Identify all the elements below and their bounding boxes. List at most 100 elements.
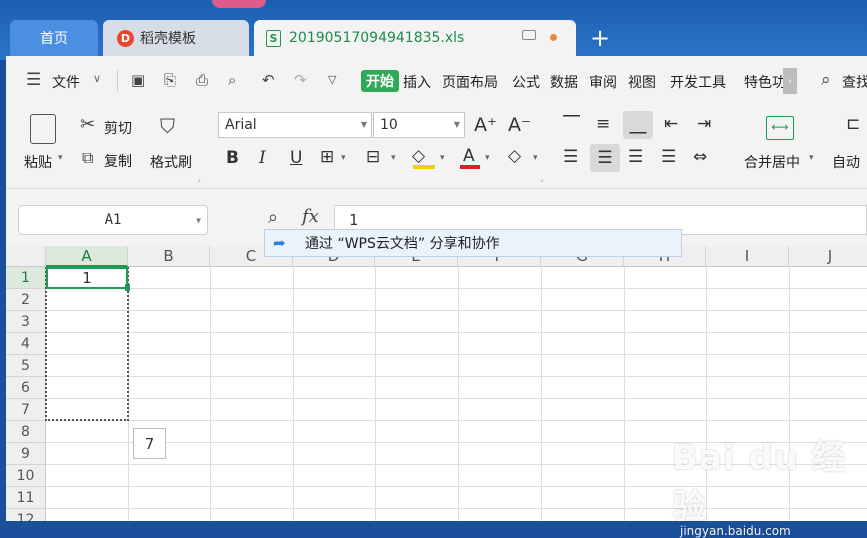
hamburger-icon[interactable]: ☰ — [26, 70, 41, 90]
column-header-a[interactable]: A — [46, 246, 128, 267]
row-header-12[interactable]: 12 — [6, 509, 46, 521]
fill-handle[interactable] — [125, 284, 130, 291]
decrease-indent-icon[interactable]: ⇤ — [664, 114, 678, 134]
copy-button[interactable]: 复制 — [104, 151, 132, 171]
clear-format-icon[interactable]: ◇ — [508, 146, 521, 166]
paste-icon[interactable] — [30, 114, 56, 144]
column-header-i[interactable]: I — [706, 246, 789, 267]
font-name-value: Arial — [225, 117, 257, 133]
row-header-5[interactable]: 5 — [6, 355, 46, 377]
menu-file[interactable]: 文件 — [52, 72, 80, 92]
align-right-icon[interactable]: ☰ — [628, 147, 643, 167]
new-tab-button[interactable]: + — [590, 24, 610, 52]
paste-button[interactable]: 粘贴 — [24, 152, 52, 172]
menu-scroll-right-button[interactable]: › — [783, 68, 797, 94]
gridline — [210, 267, 211, 521]
align-bottom-icon[interactable]: ⎽ — [623, 111, 653, 139]
italic-icon[interactable]: I — [259, 148, 266, 168]
insert-function-button[interactable]: fx — [302, 206, 319, 227]
menu-data[interactable]: 数据 — [550, 72, 578, 92]
save-icon[interactable]: ▣ — [131, 71, 145, 89]
font-name-select[interactable]: Arial ▼ — [218, 112, 372, 138]
menu-search[interactable]: 查找 — [842, 72, 867, 92]
distributed-icon[interactable]: ⇔ — [693, 147, 707, 167]
increase-font-size-icon[interactable]: A⁺ — [474, 114, 497, 136]
fill-color-icon[interactable]: ◇ — [412, 146, 425, 166]
chevron-down-icon[interactable]: ∨ — [93, 72, 101, 85]
spreadsheet-icon: S — [266, 29, 281, 47]
format-painter-button[interactable]: 格式刷 — [150, 152, 192, 172]
row-header-2[interactable]: 2 — [6, 289, 46, 311]
group-expand-icon[interactable]: ⌟ — [540, 174, 544, 183]
print-icon[interactable]: ⎙ — [196, 71, 208, 89]
menu-developer[interactable]: 开发工具 — [670, 72, 726, 92]
zoom-formula-icon[interactable]: ⌕ — [268, 207, 278, 228]
row-header-4[interactable]: 4 — [6, 333, 46, 355]
tab-spreadsheet-file[interactable]: S 20190517094941835.xls — [254, 20, 576, 56]
format-painter-icon[interactable]: ⛉ — [160, 114, 175, 138]
row-header-11[interactable]: 11 — [6, 487, 46, 509]
chevron-down-icon: ▼ — [453, 120, 460, 129]
monitor-icon[interactable] — [522, 30, 536, 40]
borders-icon[interactable]: ⊞ — [320, 147, 334, 167]
search-icon[interactable]: ⌕ — [821, 70, 831, 90]
print-preview-icon[interactable]: ⌕ — [228, 71, 236, 89]
gridline — [46, 376, 867, 377]
align-center-icon[interactable]: ☰ — [590, 144, 620, 172]
select-all-corner[interactable] — [6, 246, 46, 267]
align-top-icon[interactable]: ⎺ — [563, 114, 580, 134]
row-header-10[interactable]: 10 — [6, 465, 46, 487]
row-header-8[interactable]: 8 — [6, 421, 46, 443]
chevron-down-icon[interactable]: ▾ — [809, 153, 814, 163]
decrease-font-size-icon[interactable]: A⁻ — [508, 114, 531, 136]
underline-icon[interactable]: U — [290, 148, 302, 168]
row-header-1[interactable]: 1 — [6, 267, 46, 289]
cut-icon[interactable]: ✂ — [80, 114, 95, 135]
menu-insert[interactable]: 插入 — [403, 72, 431, 92]
column-header-j[interactable]: J — [789, 246, 867, 267]
auto-wrap-button[interactable]: 自动 — [832, 152, 867, 172]
undo-icon[interactable]: ↶ — [262, 71, 275, 89]
redo-icon[interactable]: ↷ — [294, 71, 307, 89]
cell-style-icon[interactable]: ⊟ — [366, 147, 380, 167]
row-header-7[interactable]: 7 — [6, 399, 46, 421]
group-expand-icon[interactable]: ⌟ — [197, 174, 201, 183]
gridline — [541, 267, 542, 521]
chevron-down-icon[interactable]: ▾ — [58, 153, 63, 163]
font-size-select[interactable]: 10 ▼ — [373, 112, 465, 138]
export-icon[interactable]: ⎘ — [164, 71, 176, 89]
merge-center-button[interactable]: 合并居中 — [744, 152, 800, 172]
more-dropdown-icon[interactable]: ▽ — [328, 73, 336, 86]
menu-review[interactable]: 审阅 — [589, 72, 617, 92]
bold-icon[interactable]: B — [226, 148, 239, 168]
chevron-down-icon[interactable]: ▾ — [341, 153, 346, 163]
font-color-icon[interactable]: A — [463, 146, 475, 166]
chevron-down-icon[interactable]: ▾ — [440, 153, 445, 163]
align-left-icon[interactable]: ☰ — [563, 147, 578, 167]
tab-docer-templates[interactable]: D 稻壳模板 — [103, 20, 249, 56]
row-header-6[interactable]: 6 — [6, 377, 46, 399]
menu-special[interactable]: 特色功 — [744, 72, 784, 92]
wrap-text-icon[interactable]: ⊏ — [846, 114, 860, 134]
menu-view[interactable]: 视图 — [628, 72, 656, 92]
copy-icon[interactable]: ⧉ — [82, 148, 93, 168]
align-middle-icon[interactable]: ≡ — [596, 114, 610, 134]
chevron-down-icon[interactable]: ▾ — [533, 153, 538, 163]
merge-center-icon[interactable]: ⟷ — [766, 116, 794, 140]
column-header-b[interactable]: B — [128, 246, 210, 267]
name-box[interactable]: A1 ▼ — [18, 205, 208, 235]
chevron-down-icon[interactable]: ▾ — [391, 153, 396, 163]
cell-a1[interactable]: 1 — [46, 267, 128, 289]
menu-start[interactable]: 开始 — [361, 70, 399, 92]
share-tooltip[interactable]: ➦ 通过 “WPS云文档” 分享和协作 — [264, 229, 682, 257]
menu-formula[interactable]: 公式 — [512, 72, 540, 92]
chevron-down-icon[interactable]: ▾ — [485, 153, 490, 163]
cut-button[interactable]: 剪切 — [104, 118, 132, 138]
justify-icon[interactable]: ☰ — [661, 147, 676, 167]
row-header-9[interactable]: 9 — [6, 443, 46, 465]
tab-home[interactable]: 首页 — [10, 20, 98, 56]
copy-selection-marquee — [45, 267, 129, 421]
increase-indent-icon[interactable]: ⇥ — [697, 114, 711, 134]
row-header-3[interactable]: 3 — [6, 311, 46, 333]
menu-page-layout[interactable]: 页面布局 — [442, 72, 498, 92]
